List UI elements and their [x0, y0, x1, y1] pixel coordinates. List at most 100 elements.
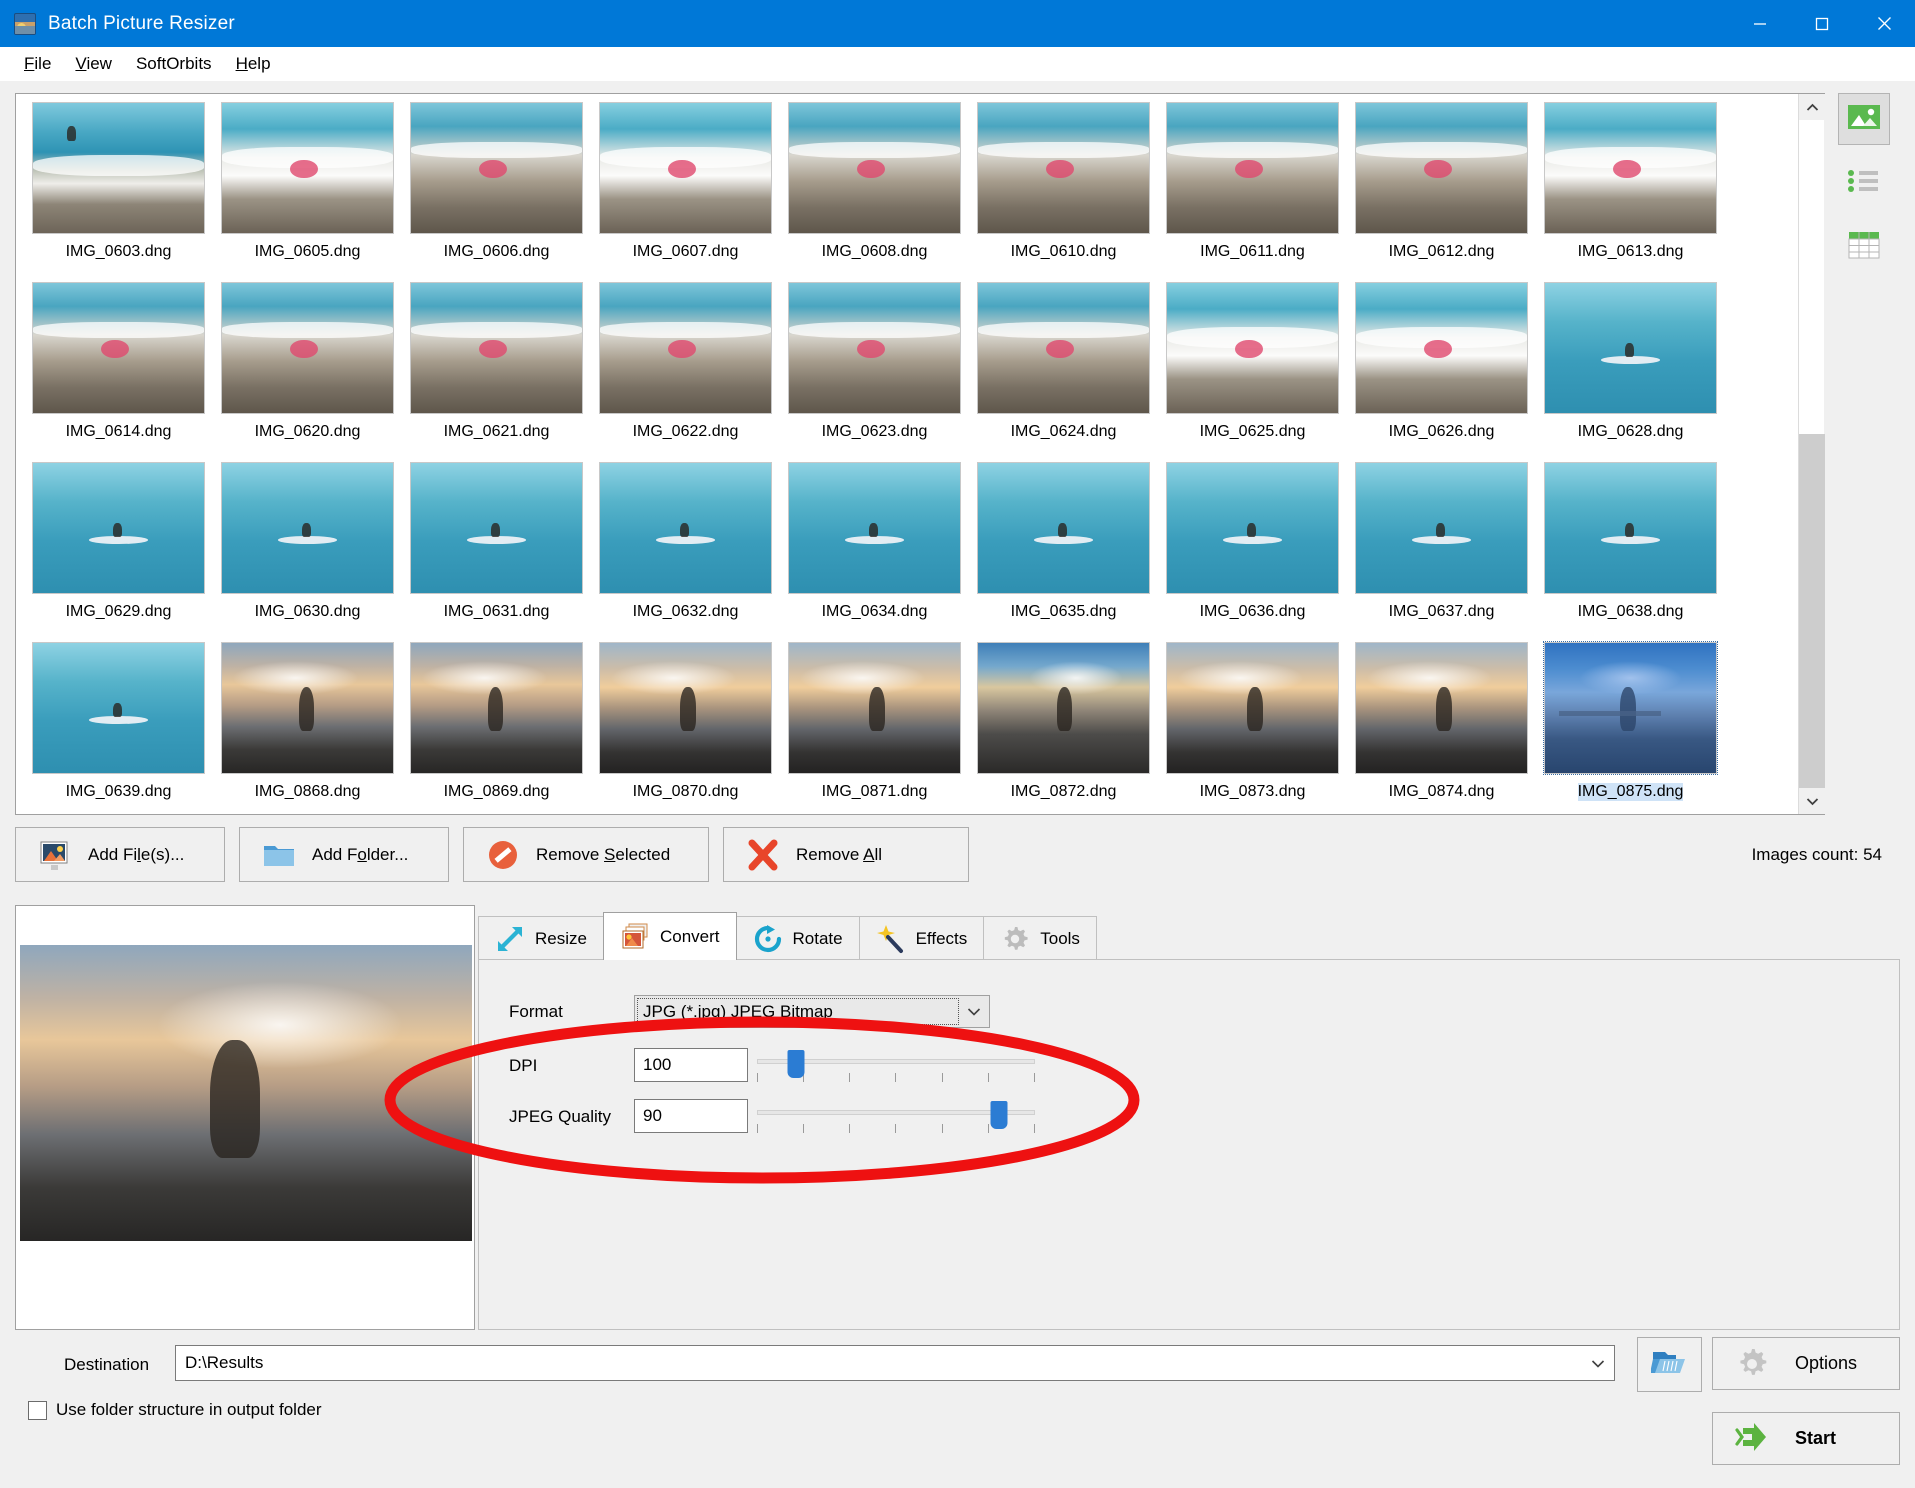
thumbnail-item[interactable]: IMG_0620.dng — [213, 282, 402, 462]
thumbnail-image[interactable] — [977, 462, 1150, 594]
thumbnail-item[interactable]: IMG_0622.dng — [591, 282, 780, 462]
jpeg-quality-slider[interactable] — [757, 1099, 1035, 1133]
destination-chevron-down-icon[interactable] — [1582, 1353, 1614, 1373]
remove-all-button[interactable]: Remove All — [723, 827, 969, 882]
thumbnail-image[interactable] — [788, 642, 961, 774]
dpi-slider-knob[interactable] — [787, 1050, 805, 1078]
thumbnail-image[interactable] — [788, 282, 961, 414]
minimize-button[interactable] — [1729, 0, 1791, 47]
use-folder-structure-checkbox-row[interactable]: Use folder structure in output folder — [28, 1400, 322, 1420]
scrollbar-thumb[interactable] — [1799, 120, 1825, 434]
thumbnail-item[interactable]: IMG_0634.dng — [780, 462, 969, 642]
thumbnail-image[interactable] — [410, 642, 583, 774]
menu-softorbits[interactable]: SoftOrbits — [124, 51, 224, 77]
menu-file[interactable]: File — [12, 51, 63, 77]
tab-rotate[interactable]: Rotate — [735, 916, 860, 960]
add-folder-button[interactable]: Add Folder... — [239, 827, 449, 882]
thumbnail-item[interactable]: IMG_0635.dng — [969, 462, 1158, 642]
thumbnail-image[interactable] — [221, 102, 394, 234]
thumbnail-image[interactable] — [977, 102, 1150, 234]
thumbnail-image[interactable] — [1543, 641, 1718, 775]
destination-input[interactable]: D:\Results — [175, 1345, 1615, 1381]
jpeg-quality-slider-knob[interactable] — [990, 1101, 1008, 1129]
scroll-down-button[interactable] — [1799, 788, 1825, 814]
add-files-button[interactable]: Add File(s)... — [15, 827, 225, 882]
thumbnail-list-panel[interactable]: IMG_0603.dng IMG_0605.dng IMG_0606.dng IMG_… — [15, 93, 1825, 815]
thumbnail-image[interactable] — [1355, 642, 1528, 774]
vertical-scrollbar[interactable] — [1798, 94, 1825, 814]
thumbnail-image[interactable] — [410, 462, 583, 594]
thumbnail-item[interactable]: IMG_0875.dng — [1536, 641, 1725, 822]
details-view-button[interactable] — [1838, 221, 1890, 273]
thumbnail-item[interactable]: IMG_0638.dng — [1536, 462, 1725, 642]
format-dropdown[interactable]: JPG (*.jpg) JPEG Bitmap — [634, 995, 990, 1028]
thumbnail-image[interactable] — [1355, 282, 1528, 414]
thumbnail-item[interactable]: IMG_0610.dng — [969, 102, 1158, 282]
thumbnail-image[interactable] — [1544, 462, 1717, 594]
thumbnail-item[interactable]: IMG_0868.dng — [213, 642, 402, 822]
thumbnail-image[interactable] — [977, 642, 1150, 774]
thumbnail-item[interactable]: IMG_0608.dng — [780, 102, 969, 282]
thumbnail-image[interactable] — [221, 642, 394, 774]
thumbnail-item[interactable]: IMG_0623.dng — [780, 282, 969, 462]
thumbnail-image[interactable] — [788, 462, 961, 594]
thumbnail-image[interactable] — [599, 642, 772, 774]
thumbnail-item[interactable]: IMG_0611.dng — [1158, 102, 1347, 282]
thumbnail-item[interactable]: IMG_0628.dng — [1536, 282, 1725, 462]
thumbnail-item[interactable]: IMG_0637.dng — [1347, 462, 1536, 642]
thumbnail-item[interactable]: IMG_0605.dng — [213, 102, 402, 282]
thumbnail-image[interactable] — [221, 282, 394, 414]
thumbnail-image[interactable] — [599, 102, 772, 234]
thumbnail-item[interactable]: IMG_0636.dng — [1158, 462, 1347, 642]
thumbnail-item[interactable]: IMG_0607.dng — [591, 102, 780, 282]
thumbnail-item[interactable]: IMG_0612.dng — [1347, 102, 1536, 282]
thumbnail-image[interactable] — [599, 282, 772, 414]
thumbnail-image[interactable] — [1166, 642, 1339, 774]
chevron-down-icon[interactable] — [959, 996, 989, 1027]
thumbnail-image[interactable] — [1544, 102, 1717, 234]
thumbnail-image[interactable] — [1355, 102, 1528, 234]
tab-effects[interactable]: Effects — [858, 916, 985, 960]
thumbnail-image[interactable] — [410, 282, 583, 414]
thumbnail-image[interactable] — [1166, 462, 1339, 594]
thumbnail-image[interactable] — [410, 102, 583, 234]
thumbnail-item[interactable]: IMG_0614.dng — [24, 282, 213, 462]
menu-help[interactable]: Help — [224, 51, 283, 77]
thumbnail-item[interactable]: IMG_0630.dng — [213, 462, 402, 642]
jpeg-quality-input[interactable]: 90 — [634, 1099, 748, 1133]
dpi-slider[interactable] — [757, 1048, 1035, 1082]
thumbnail-item[interactable]: IMG_0870.dng — [591, 642, 780, 822]
tab-tools[interactable]: Tools — [983, 916, 1097, 960]
thumbnail-item[interactable]: IMG_0626.dng — [1347, 282, 1536, 462]
tab-convert[interactable]: Convert — [602, 912, 737, 960]
thumbnail-image[interactable] — [1355, 462, 1528, 594]
remove-selected-button[interactable]: Remove Selected — [463, 827, 709, 882]
thumbnail-item[interactable]: IMG_0606.dng — [402, 102, 591, 282]
browse-destination-button[interactable] — [1637, 1337, 1702, 1392]
scroll-up-button[interactable] — [1799, 94, 1825, 120]
thumbnail-item[interactable]: IMG_0639.dng — [24, 642, 213, 822]
thumbnail-item[interactable]: IMG_0872.dng — [969, 642, 1158, 822]
thumbnail-item[interactable]: IMG_0874.dng — [1347, 642, 1536, 822]
maximize-button[interactable] — [1791, 0, 1853, 47]
thumbnail-item[interactable]: IMG_0871.dng — [780, 642, 969, 822]
thumbnail-image[interactable] — [788, 102, 961, 234]
scrollbar-lower-track[interactable] — [1799, 433, 1825, 788]
list-view-button[interactable] — [1838, 157, 1890, 209]
thumbnail-item[interactable]: IMG_0613.dng — [1536, 102, 1725, 282]
use-folder-structure-checkbox[interactable] — [28, 1400, 47, 1420]
thumbnail-item[interactable]: IMG_0603.dng — [24, 102, 213, 282]
thumbnail-image[interactable] — [32, 102, 205, 234]
thumbnail-image[interactable] — [32, 282, 205, 414]
scrollbar-track[interactable] — [1799, 120, 1825, 788]
thumbnail-item[interactable]: IMG_0629.dng — [24, 462, 213, 642]
thumbnail-item[interactable]: IMG_0624.dng — [969, 282, 1158, 462]
thumbnail-image[interactable] — [599, 462, 772, 594]
thumbnail-image[interactable] — [32, 462, 205, 594]
thumbnail-item[interactable]: IMG_0625.dng — [1158, 282, 1347, 462]
thumbnail-image[interactable] — [32, 642, 205, 774]
thumbnail-item[interactable]: IMG_0873.dng — [1158, 642, 1347, 822]
thumbnail-image[interactable] — [1544, 282, 1717, 414]
close-button[interactable] — [1853, 0, 1915, 47]
thumbnail-item[interactable]: IMG_0621.dng — [402, 282, 591, 462]
